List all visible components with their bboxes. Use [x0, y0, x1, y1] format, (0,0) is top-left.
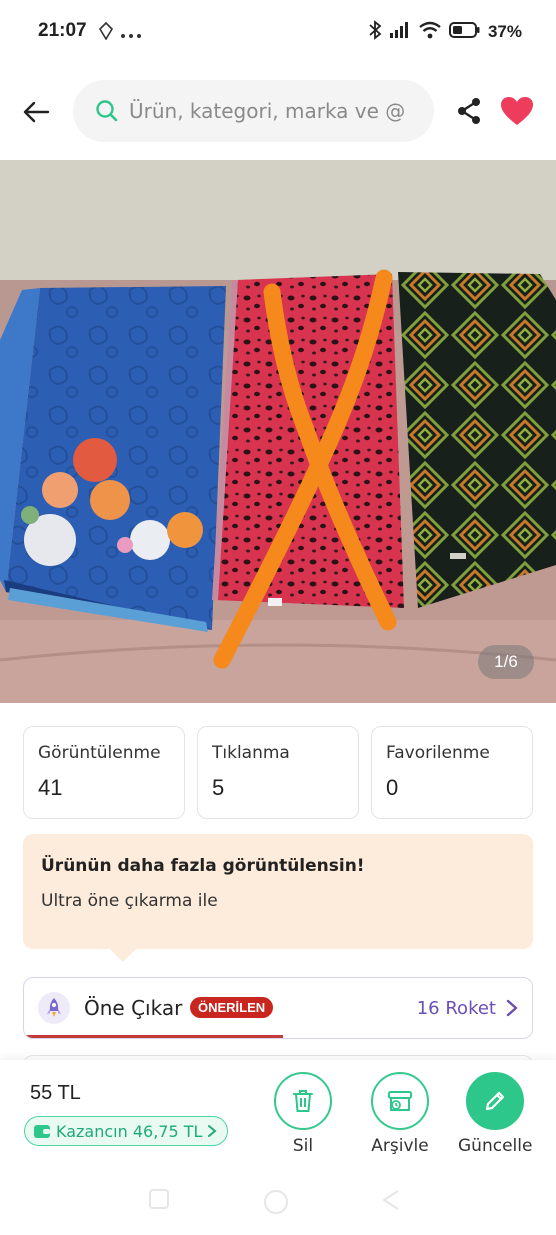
- stat-views: Görüntülenme 41: [23, 726, 185, 819]
- status-time: 21:07: [38, 20, 87, 41]
- stats-row: Görüntülenme 41 Tıklanma 5 Favorilenme 0: [23, 726, 533, 819]
- system-nav-bar: [0, 1170, 556, 1235]
- back-arrow-icon: [23, 101, 50, 123]
- stat-value: 0: [386, 775, 399, 800]
- share-button[interactable]: [454, 96, 484, 126]
- product-image[interactable]: 1/6: [0, 160, 556, 703]
- delete-circle: [274, 1072, 332, 1130]
- nav-back-button[interactable]: [380, 1188, 402, 1216]
- archive-button[interactable]: Arşivle: [371, 1072, 429, 1156]
- delete-label: Sil: [292, 1136, 314, 1156]
- archive-label: Arşivle: [371, 1136, 429, 1156]
- nav-recents-button[interactable]: [148, 1188, 170, 1214]
- image-counter: 1/6: [478, 645, 534, 679]
- more-dots-icon: [120, 24, 142, 43]
- back-button[interactable]: [18, 94, 54, 130]
- boost-button[interactable]: Öne Çıkar ÖNERİLEN 16 Roket: [23, 977, 533, 1039]
- earnings-text: Kazancın 46,75 TL: [56, 1121, 203, 1141]
- status-left-icons: [98, 21, 142, 44]
- battery-percent: 37%: [487, 22, 522, 41]
- stat-label: Tıklanma: [212, 743, 290, 763]
- chevron-right-icon: [208, 1125, 217, 1137]
- chevron-right-icon: [506, 999, 518, 1021]
- delete-button[interactable]: Sil: [274, 1072, 332, 1156]
- boost-label: Öne Çıkar: [84, 996, 183, 1020]
- product-photo: [0, 160, 556, 703]
- promo-subtitle: Ultra öne çıkarma ile: [41, 891, 218, 911]
- update-label: Güncelle: [458, 1136, 533, 1156]
- update-button[interactable]: Güncelle: [458, 1072, 532, 1156]
- stat-favorites: Favorilenme 0: [371, 726, 533, 819]
- search-input[interactable]: [129, 99, 419, 123]
- favorite-button[interactable]: [500, 96, 534, 126]
- trash-icon: [293, 1090, 313, 1112]
- search-icon: [96, 100, 118, 122]
- rocket-count: 16 Roket: [416, 998, 496, 1019]
- heart-icon: [501, 97, 533, 125]
- rocket-icon: [38, 992, 70, 1024]
- status-bar: 21:07 37%: [0, 0, 556, 66]
- stat-label: Favorilenme: [386, 743, 490, 763]
- pencil-icon: [486, 1091, 505, 1111]
- top-bar: [0, 66, 556, 160]
- wifi-icon: [418, 21, 442, 43]
- search-bar[interactable]: [73, 80, 434, 142]
- signal-icon: [389, 21, 411, 43]
- battery-icon: [448, 21, 481, 43]
- nav-home-button[interactable]: [262, 1188, 290, 1220]
- recents-icon: [149, 1189, 169, 1209]
- home-icon: [264, 1190, 288, 1214]
- status-right: 37%: [368, 20, 522, 44]
- promo-title: Ürünün daha fazla görüntülensin!: [41, 856, 365, 876]
- update-circle: [466, 1072, 525, 1130]
- promo-banner: Ürünün daha fazla görüntülensin! Ultra ö…: [23, 834, 533, 962]
- stat-clicks: Tıklanma 5: [197, 726, 359, 819]
- earnings-pill[interactable]: Kazancın 46,75 TL: [24, 1116, 229, 1146]
- nav-back-icon: [383, 1190, 399, 1210]
- promo-tail: [109, 948, 137, 962]
- notification-icon: [98, 21, 114, 44]
- wallet-icon: [34, 1125, 50, 1138]
- archive-icon: [388, 1091, 412, 1111]
- boost-progress: [24, 1035, 284, 1038]
- recommended-badge: ÖNERİLEN: [190, 997, 274, 1018]
- price: 55 TL: [30, 1082, 81, 1104]
- bluetooth-icon: [368, 20, 382, 44]
- archive-circle: [371, 1072, 429, 1130]
- share-icon: [458, 98, 480, 124]
- stat-value: 41: [38, 775, 63, 800]
- stat-value: 5: [212, 775, 225, 800]
- bottom-action-bar: 55 TL Kazancın 46,75 TL Sil Arşivle Günc…: [0, 1060, 556, 1170]
- stat-label: Görüntülenme: [38, 743, 161, 763]
